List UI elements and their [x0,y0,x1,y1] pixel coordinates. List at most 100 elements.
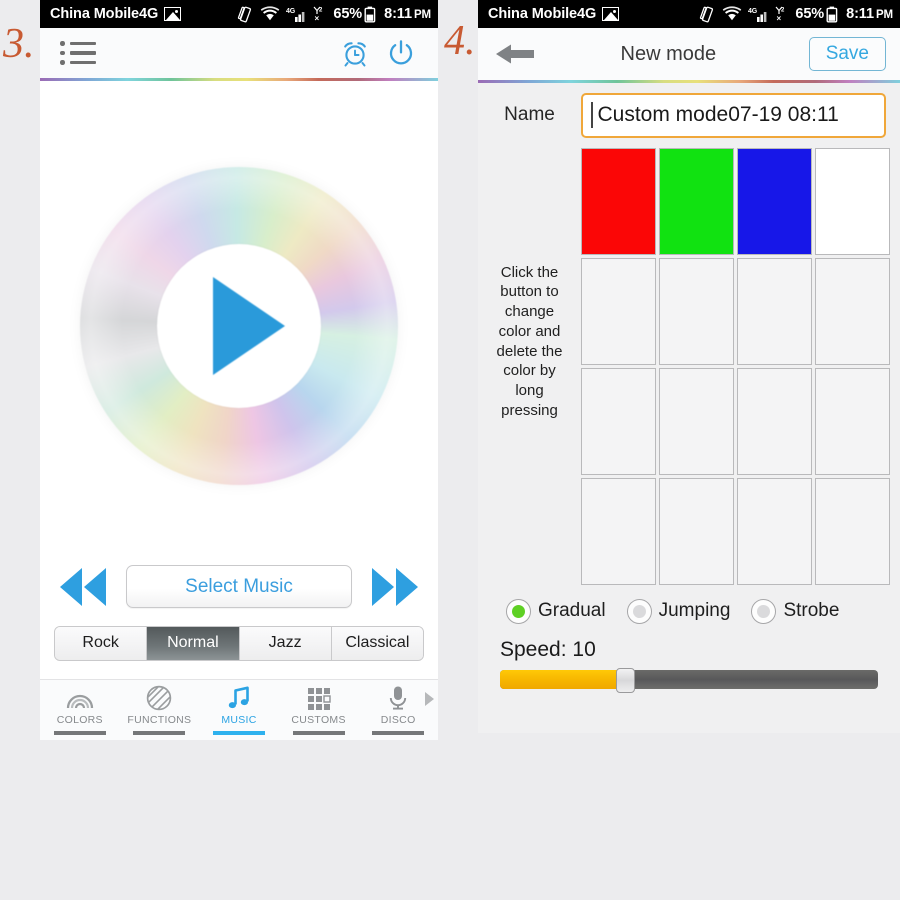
wifi-icon [261,6,280,21]
battery-percent-label: 65% [333,6,363,22]
phone-screenshot-right: China Mobile4G 4G 2 × 65% 8:11 PM New mo… [478,0,900,733]
radio-jumping[interactable]: Jumping [626,598,731,624]
name-row: Name Custom mode07-19 08:11 [478,82,900,148]
photo-icon [164,7,182,21]
list-menu-icon[interactable] [60,41,96,65]
battery-indicator: 65% [333,6,376,23]
signal-secondary-icon: 2 × [313,6,323,23]
tab-customs[interactable]: CUSTOMS [279,685,359,735]
rewind-icon[interactable] [54,564,112,610]
tab-functions[interactable]: FUNCTIONS [120,685,200,735]
tab-underline-music [212,730,265,735]
tab-underline-disco [372,730,425,735]
swatch-section: Click the button to change color and del… [478,147,900,585]
tab-label-disco: DISCO [380,713,416,726]
color-swatch-5[interactable] [581,257,656,365]
nav-header-right: New mode Save [478,28,900,80]
svg-text:×: × [315,14,320,23]
color-swatch-2[interactable] [659,147,734,255]
battery-indicator-right: 65% [795,6,838,23]
tab-underline-colors [53,730,106,735]
new-mode-form: Name Custom mode07-19 08:11 Click the bu… [478,82,900,733]
name-input-value: Custom mode07-19 08:11 [597,103,839,126]
annotation-number-4: 4. [444,18,476,64]
svg-text:4G: 4G [286,8,296,15]
page-title: New mode [620,42,717,65]
tab-music[interactable]: MUSIC [199,685,279,735]
color-swatch-15[interactable] [737,477,812,585]
svg-text:4G: 4G [748,8,758,15]
genre-segmented-control: Rock Normal Jazz Classical [54,625,424,661]
color-swatch-16[interactable] [815,477,890,585]
tab-colors[interactable]: COLORS [40,685,120,735]
genre-rock[interactable]: Rock [55,626,148,660]
statusbar-icons-right: 4G 2 × 65% [699,6,838,23]
header-action-icons [340,38,416,68]
svg-text:2: 2 [781,7,785,13]
alarm-clock-icon[interactable] [340,38,370,68]
color-swatch-7[interactable] [737,257,812,365]
signal-4g-icon: 4G [286,8,305,22]
color-swatch-4[interactable] [815,147,890,255]
save-button[interactable]: Save [808,37,886,71]
color-swatch-12[interactable] [815,367,890,475]
hint-text: Click the button to change color and del… [496,263,563,420]
color-swatch-8[interactable] [815,257,890,365]
radio-button-jumping[interactable] [626,598,652,624]
photo-icon-right [602,7,620,21]
color-swatch-9[interactable] [581,367,656,475]
tab-label-music: MUSIC [221,713,257,726]
wifi-icon [723,6,742,21]
music-player-body: Select Music Rock Normal Jazz Classical [40,80,438,679]
radio-strobe[interactable]: Strobe [751,598,839,624]
battery-icon [826,6,838,22]
slider-thumb[interactable] [615,667,635,693]
genre-jazz[interactable]: Jazz [239,626,332,660]
select-music-button[interactable]: Select Music [126,565,352,608]
speed-slider[interactable] [500,667,878,693]
effect-mode-radio-group: Gradual Jumping Strobe [478,585,900,628]
genre-normal[interactable]: Normal [147,626,240,660]
grid-squares-icon [306,685,332,712]
color-swatch-1[interactable] [581,147,656,255]
tab-label-customs: CUSTOMS [291,713,346,726]
genre-classical[interactable]: Classical [331,626,423,660]
battery-percent-label-right: 65% [795,6,825,22]
disc-area [40,81,438,564]
tab-underline-functions [133,730,186,735]
phone-screenshot-left: China Mobile4G 4G 2 × 65% 8:11 PM Select… [40,0,438,740]
name-label: Name [504,104,555,125]
chevron-right-icon[interactable] [425,691,434,706]
status-time: 8:11 PM [384,6,431,22]
music-note-icon [226,685,252,712]
radio-button-strobe[interactable] [751,598,777,624]
radio-button-gradual[interactable] [506,598,531,624]
play-button[interactable] [157,244,321,408]
status-time-right: 8:11 PM [846,6,893,22]
color-swatch-10[interactable] [659,367,734,475]
signal-secondary-icon: 2 × [775,6,785,23]
color-swatch-14[interactable] [659,477,734,585]
radio-gradual[interactable]: Gradual [506,598,606,624]
statusbar-icons: 4G 2 × 65% [237,6,376,23]
svg-text:2: 2 [319,7,323,13]
menu-line-3 [60,60,96,65]
color-swatch-13[interactable] [581,477,656,585]
color-swatch-3[interactable] [737,147,812,255]
power-icon[interactable] [386,38,416,68]
bottom-tab-bar: COLORS FUNCTIONS MUSIC CUSTOMS DISCO [40,678,438,740]
carrier-label-right: China Mobile4G [488,6,597,22]
speed-label: Speed: 10 [500,637,596,661]
holographic-disc[interactable] [80,167,398,485]
android-status-bar-right: China Mobile4G 4G 2 × 65% 8:11 PM [478,0,900,28]
transport-controls: Select Music [40,564,438,610]
name-input[interactable]: Custom mode07-19 08:11 [581,92,886,138]
striped-circle-icon [146,685,172,712]
color-swatch-grid [581,147,890,585]
color-swatch-11[interactable] [737,367,812,475]
radio-label-jumping: Jumping [658,600,731,621]
fast-forward-icon[interactable] [366,564,424,610]
color-swatch-6[interactable] [659,257,734,365]
android-status-bar: China Mobile4G 4G 2 × 65% 8:11 PM [40,0,438,28]
slider-fill [500,669,625,689]
